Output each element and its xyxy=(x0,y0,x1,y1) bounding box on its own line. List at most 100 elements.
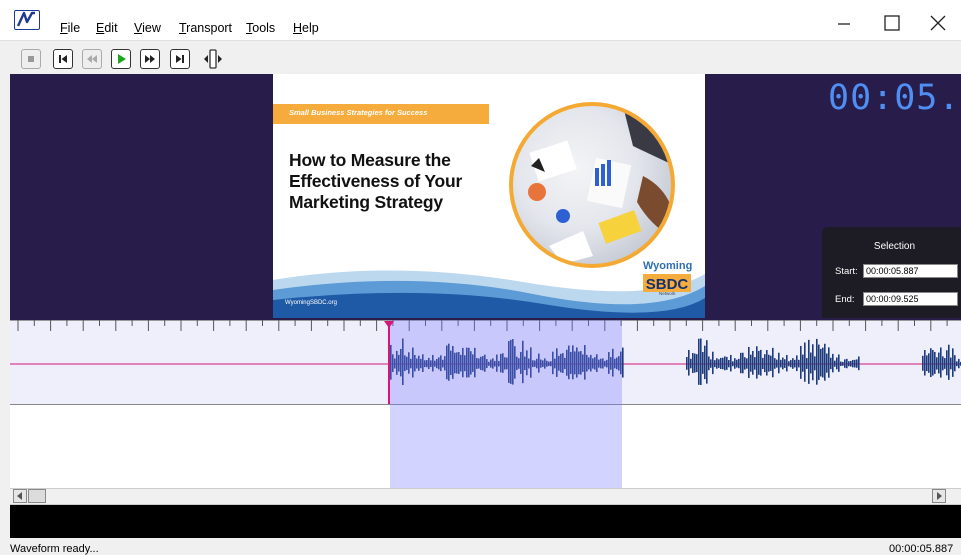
waveform-bar xyxy=(748,346,750,379)
left-gutter xyxy=(0,74,10,538)
waveform-bar xyxy=(854,359,856,368)
waveform-bar xyxy=(842,361,844,366)
waveform-bar xyxy=(722,357,724,370)
waveform-bar xyxy=(836,357,838,370)
transport-toolbar xyxy=(0,40,961,75)
waveform-bar xyxy=(736,359,738,368)
slide-title-line: How to Measure the xyxy=(289,150,451,170)
waveform-bar xyxy=(720,357,722,370)
skip-to-start-button[interactable] xyxy=(53,49,73,69)
waveform-bar xyxy=(704,345,706,380)
waveform-bar xyxy=(946,350,948,376)
horizontal-scrollbar[interactable] xyxy=(10,488,961,505)
scroll-thumb[interactable] xyxy=(28,489,46,503)
waveform-bar xyxy=(952,348,954,377)
waveform-bar xyxy=(756,346,758,379)
waveform-bar xyxy=(762,357,764,370)
fast-forward-button[interactable] xyxy=(140,49,160,69)
selection-title: Selection xyxy=(873,241,916,252)
split-button[interactable] xyxy=(199,49,227,69)
waveform-bar xyxy=(692,353,694,374)
selection-start-label: Start: xyxy=(835,266,858,277)
menu-file[interactable]: File xyxy=(60,21,80,35)
waveform-bar xyxy=(688,349,690,376)
waveform-bar xyxy=(804,342,806,382)
waveform-bar xyxy=(956,361,958,367)
rewind-icon xyxy=(87,55,97,63)
rewind-button[interactable] xyxy=(82,49,102,69)
slide-frame: Small Business Strategies for Success Ho… xyxy=(273,74,705,318)
close-icon xyxy=(930,15,946,31)
slide-banner: Small Business Strategies for Success xyxy=(273,104,489,124)
waveform-bar xyxy=(776,359,778,368)
menu-view[interactable]: View xyxy=(134,21,161,35)
waveform-bar xyxy=(928,353,930,373)
selection-end-label: End: xyxy=(835,294,855,305)
slide-title: How to Measure the Effectiveness of Your… xyxy=(289,150,499,213)
waveform-bar xyxy=(744,357,746,370)
waveform-bar xyxy=(796,355,798,372)
waveform-bar xyxy=(694,353,696,373)
selection-start-input[interactable]: 00:00:05.887 xyxy=(863,264,958,278)
skip-to-end-button[interactable] xyxy=(170,49,190,69)
waveform-bar xyxy=(810,352,812,374)
skip-to-start-icon xyxy=(59,55,67,63)
app-logo-icon xyxy=(14,10,40,30)
waveform-bar xyxy=(786,355,788,372)
scroll-right-button[interactable] xyxy=(932,489,946,503)
waveform-bar xyxy=(848,361,850,367)
waveform-bar xyxy=(832,353,834,373)
waveform-bar xyxy=(808,339,810,384)
waveform-bar xyxy=(712,351,714,375)
menu-help[interactable]: Help xyxy=(293,21,319,35)
waveform-bar xyxy=(788,361,790,367)
menu-transport[interactable]: Transport xyxy=(179,21,232,35)
waveform-bar xyxy=(784,359,786,368)
waveform-bar xyxy=(932,349,934,376)
waveform-bar xyxy=(716,358,718,369)
menu-tools[interactable]: Tools xyxy=(246,21,275,35)
playhead-line[interactable] xyxy=(388,323,390,404)
waveform-bar xyxy=(812,344,814,381)
stop-button[interactable] xyxy=(21,49,41,69)
waveform-bar xyxy=(696,354,698,373)
selection-region[interactable] xyxy=(390,320,622,488)
waveform-bar xyxy=(780,359,782,368)
waveform-bar xyxy=(782,357,784,370)
title-menu-bar: File Edit View Transport Tools Help xyxy=(0,0,961,40)
waveform-bar xyxy=(924,350,926,376)
waveform-bar xyxy=(926,355,928,372)
waveform-bar xyxy=(936,357,938,370)
waveform-bar xyxy=(800,345,802,379)
waveform-bar xyxy=(710,359,712,368)
waveform-bar xyxy=(758,350,760,375)
arrow-right-icon xyxy=(937,492,942,500)
stop-icon xyxy=(28,56,34,62)
waveform-bar xyxy=(948,344,950,380)
waveform-bar xyxy=(856,359,858,368)
waveform-bar xyxy=(706,340,708,384)
waveform-bar xyxy=(802,354,804,372)
waveform-bar xyxy=(738,358,740,369)
menu-edit[interactable]: Edit xyxy=(96,21,118,35)
selection-end-input[interactable]: 00:00:09.525 xyxy=(863,292,958,306)
scroll-left-button[interactable] xyxy=(13,489,27,503)
waveform-bar xyxy=(850,360,852,367)
close-button[interactable] xyxy=(923,11,953,35)
minimize-button[interactable] xyxy=(829,11,859,35)
waveform-bar xyxy=(760,349,762,376)
waveform-bar xyxy=(700,338,702,385)
waveform-bar xyxy=(858,356,860,371)
slide-wave-graphic xyxy=(273,270,705,318)
maximize-button[interactable] xyxy=(877,11,907,35)
waveform-bar xyxy=(702,352,704,374)
split-icon xyxy=(204,49,222,69)
waveform-bar xyxy=(792,358,794,369)
waveform-bar xyxy=(726,356,728,370)
play-button[interactable] xyxy=(111,49,131,69)
waveform-bar xyxy=(768,354,770,372)
waveform-bar xyxy=(774,358,776,369)
waveform-bar xyxy=(724,356,726,371)
waveform-bar xyxy=(742,352,744,374)
waveform-bar xyxy=(816,338,818,385)
